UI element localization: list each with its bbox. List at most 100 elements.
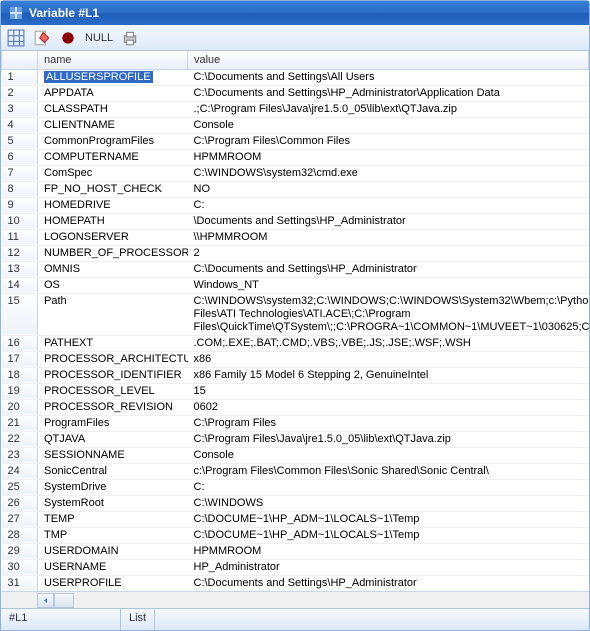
scroll-thumb[interactable] [54, 593, 74, 608]
cell-name[interactable]: USERPROFILE [38, 575, 188, 591]
table-row[interactable]: 7ComSpecC:\WINDOWS\system32\cmd.exe [2, 165, 589, 181]
table-row[interactable]: 13OMNISC:\Documents and Settings\HP_Admi… [2, 261, 589, 277]
cell-value[interactable]: HP_Administrator [188, 559, 589, 575]
cell-value[interactable]: .COM;.EXE;.BAT;.CMD;.VBS;.VBE;.JS;.JSE;.… [188, 335, 589, 351]
cell-value[interactable]: C:\WINDOWS [188, 495, 589, 511]
cell-value[interactable]: .;C:\Program Files\Java\jre1.5.0_05\lib\… [188, 101, 589, 117]
cell-value[interactable]: C:\WINDOWS\system32\cmd.exe [188, 165, 589, 181]
table-row[interactable]: 22QTJAVAC:\Program Files\Java\jre1.5.0_0… [2, 431, 589, 447]
cell-name[interactable]: PROCESSOR_ARCHITECTURE [38, 351, 188, 367]
cell-name[interactable]: NUMBER_OF_PROCESSORS [38, 245, 188, 261]
table-row[interactable]: 26SystemRootC:\WINDOWS [2, 495, 589, 511]
cell-value[interactable]: 0602 [188, 399, 589, 415]
cell-name[interactable]: OMNIS [38, 261, 188, 277]
cell-value[interactable]: \\HPMMROOM [188, 229, 589, 245]
table-row[interactable]: 21ProgramFilesC:\Program Files [2, 415, 589, 431]
cell-value[interactable]: c:\Program Files\Common Files\Sonic Shar… [188, 463, 589, 479]
cell-name[interactable]: Path [38, 293, 188, 335]
table-row[interactable]: 30USERNAMEHP_Administrator [2, 559, 589, 575]
cell-name[interactable]: SystemRoot [38, 495, 188, 511]
horizontal-scrollbar[interactable] [1, 591, 589, 608]
cell-name[interactable]: APPDATA [38, 85, 188, 101]
cell-name[interactable]: TEMP [38, 511, 188, 527]
cell-name[interactable]: ALLUSERSPROFILE [38, 69, 188, 85]
cell-value[interactable]: C:\DOCUME~1\HP_ADM~1\LOCALS~1\Temp [188, 511, 589, 527]
col-header-value[interactable]: value [188, 51, 589, 69]
cell-name[interactable]: ComSpec [38, 165, 188, 181]
cell-name[interactable]: HOMEPATH [38, 213, 188, 229]
cell-name[interactable]: FP_NO_HOST_CHECK [38, 181, 188, 197]
cell-name[interactable]: PROCESSOR_LEVEL [38, 383, 188, 399]
cell-name[interactable]: USERDOMAIN [38, 543, 188, 559]
cell-name[interactable]: HOMEDRIVE [38, 197, 188, 213]
cell-value[interactable]: x86 Family 15 Model 6 Stepping 2, Genuin… [188, 367, 589, 383]
cell-value[interactable]: 15 [188, 383, 589, 399]
cell-value[interactable]: C:\Documents and Settings\HP_Administrat… [188, 261, 589, 277]
cell-name[interactable]: CLASSPATH [38, 101, 188, 117]
cell-name[interactable]: PROCESSOR_REVISION [38, 399, 188, 415]
table-row[interactable]: 1ALLUSERSPROFILEC:\Documents and Setting… [2, 69, 589, 85]
grid-view-button[interactable] [7, 29, 25, 47]
null-icon[interactable] [59, 29, 77, 47]
table-row[interactable]: 6COMPUTERNAMEHPMMROOM [2, 149, 589, 165]
cell-name[interactable]: USERNAME [38, 559, 188, 575]
cell-value[interactable]: C: [188, 197, 589, 213]
cell-value[interactable]: C:\Program Files [188, 415, 589, 431]
table-row[interactable]: 29USERDOMAINHPMMROOM [2, 543, 589, 559]
cell-name[interactable]: SystemDrive [38, 479, 188, 495]
table-row[interactable]: 24SonicCentralc:\Program Files\Common Fi… [2, 463, 589, 479]
cell-name[interactable]: SESSIONNAME [38, 447, 188, 463]
table-row[interactable]: 9HOMEDRIVEC: [2, 197, 589, 213]
table-row[interactable]: 15PathC:\WINDOWS\system32;C:\WINDOWS;C:\… [2, 293, 589, 335]
table-row[interactable]: 12NUMBER_OF_PROCESSORS2 [2, 245, 589, 261]
table-row[interactable]: 27TEMPC:\DOCUME~1\HP_ADM~1\LOCALS~1\Temp [2, 511, 589, 527]
table-row[interactable]: 20PROCESSOR_REVISION0602 [2, 399, 589, 415]
col-header-rownum[interactable] [2, 51, 38, 69]
cell-name[interactable]: LOGONSERVER [38, 229, 188, 245]
cell-value[interactable]: HPMMROOM [188, 543, 589, 559]
cell-name[interactable]: COMPUTERNAME [38, 149, 188, 165]
cell-value[interactable]: \Documents and Settings\HP_Administrator [188, 213, 589, 229]
cell-value[interactable]: C:\DOCUME~1\HP_ADM~1\LOCALS~1\Temp [188, 527, 589, 543]
cell-value[interactable]: Console [188, 447, 589, 463]
cell-name[interactable]: CommonProgramFiles [38, 133, 188, 149]
data-grid[interactable]: name value 1ALLUSERSPROFILEC:\Documents … [1, 51, 589, 591]
table-row[interactable]: 10HOMEPATH\Documents and Settings\HP_Adm… [2, 213, 589, 229]
edit-button[interactable] [33, 29, 51, 47]
table-row[interactable]: 8FP_NO_HOST_CHECKNO [2, 181, 589, 197]
table-row[interactable]: 5CommonProgramFilesC:\Program Files\Comm… [2, 133, 589, 149]
cell-name[interactable]: OS [38, 277, 188, 293]
cell-name[interactable]: PATHEXT [38, 335, 188, 351]
print-button[interactable] [121, 29, 139, 47]
cell-value[interactable]: Windows_NT [188, 277, 589, 293]
table-row[interactable]: 11LOGONSERVER\\HPMMROOM [2, 229, 589, 245]
table-row[interactable]: 3CLASSPATH.;C:\Program Files\Java\jre1.5… [2, 101, 589, 117]
cell-value[interactable]: 2 [188, 245, 589, 261]
table-row[interactable]: 16PATHEXT.COM;.EXE;.BAT;.CMD;.VBS;.VBE;.… [2, 335, 589, 351]
cell-value[interactable]: C:\Documents and Settings\HP_Administrat… [188, 575, 589, 591]
cell-value[interactable]: C:\WINDOWS\system32;C:\WINDOWS;C:\WINDOW… [188, 293, 589, 335]
cell-name[interactable]: SonicCentral [38, 463, 188, 479]
table-row[interactable]: 14OSWindows_NT [2, 277, 589, 293]
table-row[interactable]: 4CLIENTNAMEConsole [2, 117, 589, 133]
cell-value[interactable]: C:\Program Files\Common Files [188, 133, 589, 149]
cell-name[interactable]: QTJAVA [38, 431, 188, 447]
table-row[interactable]: 28TMPC:\DOCUME~1\HP_ADM~1\LOCALS~1\Temp [2, 527, 589, 543]
table-row[interactable]: 19PROCESSOR_LEVEL15 [2, 383, 589, 399]
table-row[interactable]: 18PROCESSOR_IDENTIFIERx86 Family 15 Mode… [2, 367, 589, 383]
cell-value[interactable]: C:\Documents and Settings\All Users [188, 69, 589, 85]
cell-value[interactable]: Console [188, 117, 589, 133]
table-row[interactable]: 23SESSIONNAMEConsole [2, 447, 589, 463]
cell-value[interactable]: NO [188, 181, 589, 197]
cell-name[interactable]: CLIENTNAME [38, 117, 188, 133]
table-row[interactable]: 2APPDATAC:\Documents and Settings\HP_Adm… [2, 85, 589, 101]
cell-name[interactable]: TMP [38, 527, 188, 543]
table-row[interactable]: 17PROCESSOR_ARCHITECTUREx86 [2, 351, 589, 367]
cell-value[interactable]: HPMMROOM [188, 149, 589, 165]
cell-value[interactable]: C:\Documents and Settings\HP_Administrat… [188, 85, 589, 101]
table-row[interactable]: 31USERPROFILEC:\Documents and Settings\H… [2, 575, 589, 591]
cell-name[interactable]: ProgramFiles [38, 415, 188, 431]
col-header-name[interactable]: name [38, 51, 188, 69]
scroll-left-button[interactable] [37, 593, 54, 608]
cell-value[interactable]: C:\Program Files\Java\jre1.5.0_05\lib\ex… [188, 431, 589, 447]
